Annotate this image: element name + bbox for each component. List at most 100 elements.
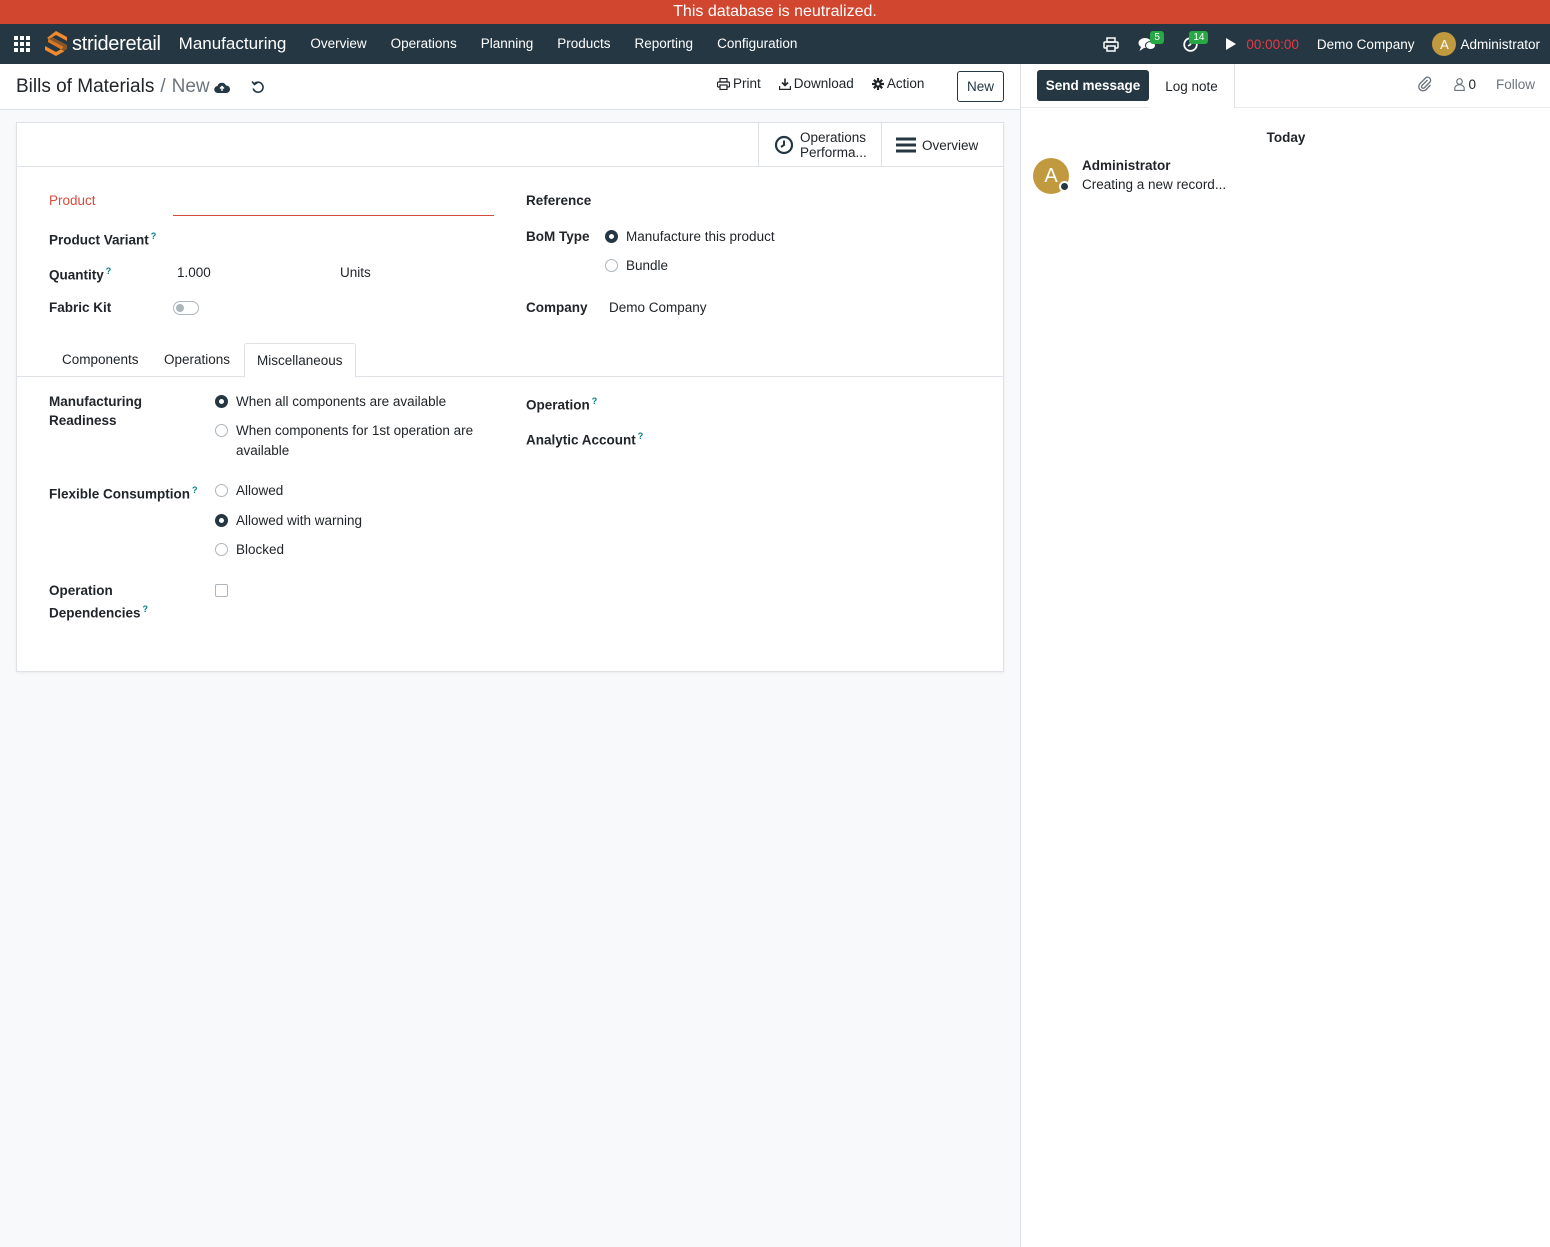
action-button[interactable]: Action	[871, 76, 924, 91]
message-author-avatar[interactable]: A	[1033, 158, 1070, 194]
chatter-tools: 0 Follow	[1418, 76, 1535, 92]
operations-performance-button[interactable]: Operations Performa...	[758, 123, 881, 167]
reference-label: Reference	[526, 193, 592, 208]
control-panel: Bills of Materials / New Print Download …	[0, 64, 1020, 110]
print-icon[interactable]	[1094, 24, 1128, 64]
download-button[interactable]: Download	[778, 76, 854, 91]
download-label: Download	[793, 76, 854, 91]
follow-button[interactable]: Follow	[1496, 77, 1535, 92]
product-label: Product	[49, 193, 96, 208]
product-input-underline	[173, 215, 494, 216]
user-avatar: A	[1432, 32, 1457, 56]
operation-input[interactable]	[657, 392, 987, 412]
readiness-all-components-radio[interactable]: When all components are available	[215, 392, 446, 412]
analytic-account-input[interactable]	[657, 427, 987, 447]
help-tooltip-icon[interactable]: ?	[151, 231, 157, 241]
date-separator: Today	[1266, 130, 1306, 145]
user-name: Administrator	[1460, 36, 1540, 52]
followers-count: 0	[1468, 76, 1476, 92]
bom-type-option-label: Manufacture this product	[626, 229, 775, 244]
save-cloud-icon[interactable]	[213, 78, 231, 96]
help-tooltip-icon[interactable]: ?	[106, 266, 112, 276]
flexible-option-label: Allowed	[236, 483, 284, 498]
flexible-option-label: Blocked	[236, 542, 285, 557]
radio-dot	[605, 259, 618, 272]
quantity-input[interactable]: 1.000	[177, 265, 211, 280]
product-input[interactable]	[173, 191, 494, 211]
operations-performance-line2: Performa...	[800, 145, 867, 160]
bom-type-label: BoM Type	[526, 229, 590, 244]
readiness-option-label: When components for 1st operation are av…	[236, 423, 474, 458]
company-input[interactable]: Demo Company	[609, 300, 707, 315]
radio-dot	[215, 395, 228, 408]
flexible-allowed-with-warning-radio[interactable]: Allowed with warning	[215, 511, 362, 531]
operation-dependencies-checkbox[interactable]	[215, 584, 228, 597]
app-name[interactable]: Manufacturing	[179, 34, 287, 54]
fabric-kit-toggle[interactable]	[173, 301, 199, 315]
app-menu-icon[interactable]	[0, 24, 44, 64]
person-icon	[1454, 77, 1466, 91]
activities-badge: 14	[1189, 31, 1209, 44]
new-record-button[interactable]: New	[957, 71, 1004, 102]
message-author[interactable]: Administrator	[1082, 158, 1171, 173]
printer-icon	[717, 77, 730, 90]
overview-label: Overview	[922, 137, 979, 153]
tab-components[interactable]: Components	[50, 343, 151, 377]
neutralized-banner: This database is neutralized.	[0, 0, 1550, 24]
readiness-first-operation-radio[interactable]: When components for 1st operation are av…	[215, 421, 473, 460]
menu-configuration[interactable]: Configuration	[705, 24, 809, 64]
menu-planning[interactable]: Planning	[469, 24, 546, 64]
flexible-allowed-radio[interactable]: Allowed	[215, 481, 283, 501]
readiness-option-label: When all components are available	[236, 394, 447, 409]
followers-button[interactable]: 0	[1454, 77, 1476, 92]
attachment-paperclip-icon[interactable]	[1418, 76, 1432, 92]
company-switcher[interactable]: Demo Company	[1317, 37, 1415, 52]
operation-dependencies-label: Operation Dependencies?	[49, 583, 149, 621]
product-variant-input[interactable]	[173, 227, 494, 247]
messages-badge: 5	[1150, 31, 1164, 44]
logo-text: strideretail	[72, 32, 161, 55]
menu-operations[interactable]: Operations	[379, 24, 469, 64]
print-button[interactable]: Print	[717, 76, 761, 91]
quantity-uom-select[interactable]: Units	[340, 265, 371, 280]
send-message-button[interactable]: Send message	[1037, 70, 1149, 101]
message-body: Creating a new record...	[1082, 177, 1227, 192]
flexible-blocked-radio[interactable]: Blocked	[215, 540, 284, 560]
breadcrumb-current: New	[171, 76, 210, 97]
bars-icon	[896, 137, 916, 153]
tab-miscellaneous[interactable]: Miscellaneous	[244, 343, 356, 378]
company-label: Company	[526, 300, 588, 315]
help-tooltip-icon[interactable]: ?	[192, 485, 198, 495]
breadcrumb-separator: /	[160, 76, 166, 97]
timer-display: 00:00:00	[1246, 36, 1299, 52]
presence-indicator	[1059, 181, 1070, 192]
radio-dot	[215, 424, 228, 437]
log-note-button[interactable]: Log note	[1149, 64, 1235, 108]
messages-button[interactable]: 5	[1128, 24, 1172, 64]
breadcrumb-parent[interactable]: Bills of Materials	[16, 76, 154, 98]
gear-icon	[871, 77, 884, 90]
discard-undo-icon[interactable]	[249, 78, 267, 96]
clock-icon	[774, 135, 794, 155]
operations-performance-line1: Operations	[800, 130, 867, 145]
menu-reporting[interactable]: Reporting	[623, 24, 706, 64]
bom-type-manufacture-radio[interactable]: Manufacture this product	[605, 227, 775, 247]
bom-type-bundle-radio[interactable]: Bundle	[605, 256, 668, 276]
menu-overview[interactable]: Overview	[298, 24, 378, 64]
reference-input[interactable]	[609, 191, 989, 211]
overview-button[interactable]: Overview	[881, 123, 1003, 167]
help-tooltip-icon[interactable]: ?	[592, 396, 598, 406]
logo-mark-icon	[45, 31, 67, 56]
form-sheet: Operations Performa... Overview Product …	[16, 122, 1004, 672]
radio-dot	[215, 514, 228, 527]
tab-operations[interactable]: Operations	[152, 343, 242, 377]
help-tooltip-icon[interactable]: ?	[638, 431, 644, 441]
help-tooltip-icon[interactable]: ?	[143, 604, 149, 614]
menu-products[interactable]: Products	[545, 24, 622, 64]
user-menu[interactable]: A Administrator	[1432, 32, 1540, 56]
activities-button[interactable]: 14	[1172, 24, 1220, 64]
notebook-tabs: Components Operations Miscellaneous	[17, 343, 1003, 378]
company-logo[interactable]: strideretail	[44, 24, 161, 64]
systray: 5 14 00:00:00 Demo Company A Administrat…	[1094, 24, 1550, 64]
play-icon[interactable]	[1220, 24, 1240, 64]
